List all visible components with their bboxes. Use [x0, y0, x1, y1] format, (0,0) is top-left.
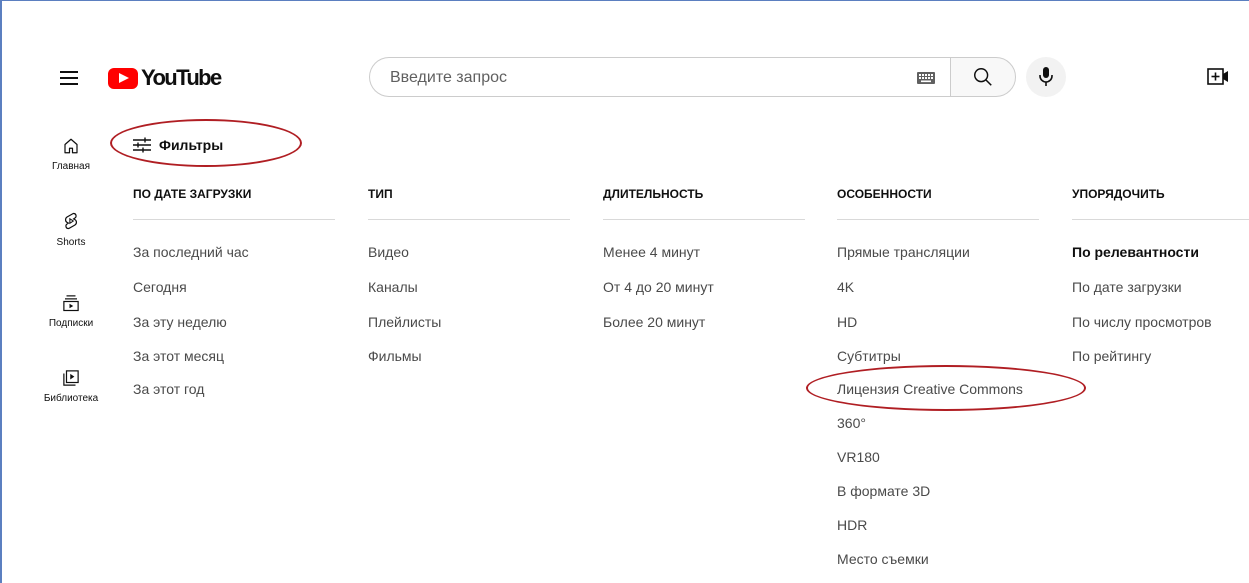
create-icon[interactable] [1206, 66, 1230, 88]
window-frame-left [0, 0, 2, 583]
filter-option[interactable]: Место съемки [837, 550, 929, 568]
filter-column-title: ОСОБЕННОСТИ [837, 187, 932, 201]
library-icon [63, 370, 79, 386]
filter-option[interactable]: За последний час [133, 243, 249, 261]
search-input[interactable] [390, 67, 910, 89]
filter-option[interactable]: За эту неделю [133, 313, 227, 331]
filter-option[interactable]: HDR [837, 516, 867, 534]
filter-option[interactable]: За этот месяц [133, 347, 224, 365]
filter-column-title: ДЛИТЕЛЬНОСТЬ [603, 187, 704, 201]
microphone-icon [1039, 67, 1053, 86]
guide-label: Библиотека [43, 393, 99, 404]
column-divider [133, 219, 335, 220]
filter-option[interactable]: Сегодня [133, 278, 187, 296]
guide-item-home[interactable]: Главная [38, 137, 104, 172]
search-button[interactable] [950, 57, 1016, 97]
filter-option[interactable]: Прямые трансляции [837, 243, 970, 261]
filter-column-type: ТИП Видео Каналы Плейлисты Фильмы [368, 184, 570, 364]
search-box [369, 57, 965, 97]
filter-option[interactable]: Лицензия Creative Commons [837, 380, 1023, 398]
subscriptions-icon [63, 295, 79, 312]
filter-option[interactable]: Менее 4 минут [603, 243, 700, 261]
filter-option[interactable]: От 4 до 20 минут [603, 278, 714, 296]
filters-label: Фильтры [159, 137, 224, 153]
filter-column-features: ОСОБЕННОСТИ Прямые трансляции 4K HD Субтитры… [837, 184, 1039, 567]
filter-option[interactable]: По числу просмотров [1072, 313, 1212, 331]
logo-text: YouTube [141, 65, 222, 90]
column-divider [1072, 219, 1249, 220]
column-divider [837, 219, 1039, 220]
filter-option[interactable]: Плейлисты [368, 313, 441, 331]
column-divider [603, 219, 805, 220]
filter-option[interactable]: По релевантности [1072, 243, 1199, 261]
filter-option[interactable]: HD [837, 313, 857, 331]
filter-option[interactable]: За этот год [133, 380, 204, 398]
filter-option[interactable]: Видео [368, 243, 409, 261]
filter-option[interactable]: Каналы [368, 278, 418, 296]
filter-column-sort: УПОРЯДОЧИТЬ По релевантности По дате загру… [1072, 184, 1249, 364]
filter-option[interactable]: По дате загрузки [1072, 278, 1182, 296]
filter-column-title: ПО ДАТЕ ЗАГРУЗКИ [133, 187, 252, 201]
filter-option[interactable]: VR180 [837, 448, 880, 466]
column-divider [368, 219, 570, 220]
window-frame-top [0, 0, 1249, 1]
guide-item-library[interactable]: Библиотека [38, 369, 104, 404]
filter-column-upload-date: ПО ДАТЕ ЗАГРУЗКИ За последний час Сегодня З… [133, 184, 335, 397]
guide-label: Главная [51, 161, 91, 172]
youtube-play-icon [108, 67, 138, 89]
filter-option[interactable]: 4K [837, 278, 854, 296]
home-icon [64, 138, 78, 154]
filter-option[interactable]: В формате 3D [837, 482, 930, 500]
voice-search-button[interactable] [1026, 57, 1066, 97]
filter-column-duration: ДЛИТЕЛЬНОСТЬ Менее 4 минут От 4 до 20 мину… [603, 184, 805, 330]
youtube-logo[interactable]: YouTube [108, 64, 222, 92]
guide-item-subscriptions[interactable]: Подписки [38, 294, 104, 329]
keyboard-icon[interactable] [917, 72, 935, 84]
guide-label: Подписки [48, 318, 94, 329]
filter-option[interactable]: Субтитры [837, 347, 901, 365]
filter-sliders-icon [133, 137, 151, 153]
search-icon [974, 68, 992, 86]
guide-label: Shorts [56, 237, 86, 248]
guide-item-shorts[interactable]: Shorts [38, 211, 104, 248]
filter-option[interactable]: 360° [837, 414, 866, 432]
menu-icon[interactable] [58, 69, 80, 87]
filter-option[interactable]: По рейтингу [1072, 347, 1151, 365]
filter-option[interactable]: Фильмы [368, 347, 422, 365]
filters-button[interactable]: Фильтры [133, 134, 223, 156]
filter-option[interactable]: Более 20 минут [603, 313, 705, 331]
filter-column-title: УПОРЯДОЧИТЬ [1072, 187, 1165, 201]
shorts-icon [64, 212, 78, 230]
filter-column-title: ТИП [368, 187, 393, 201]
